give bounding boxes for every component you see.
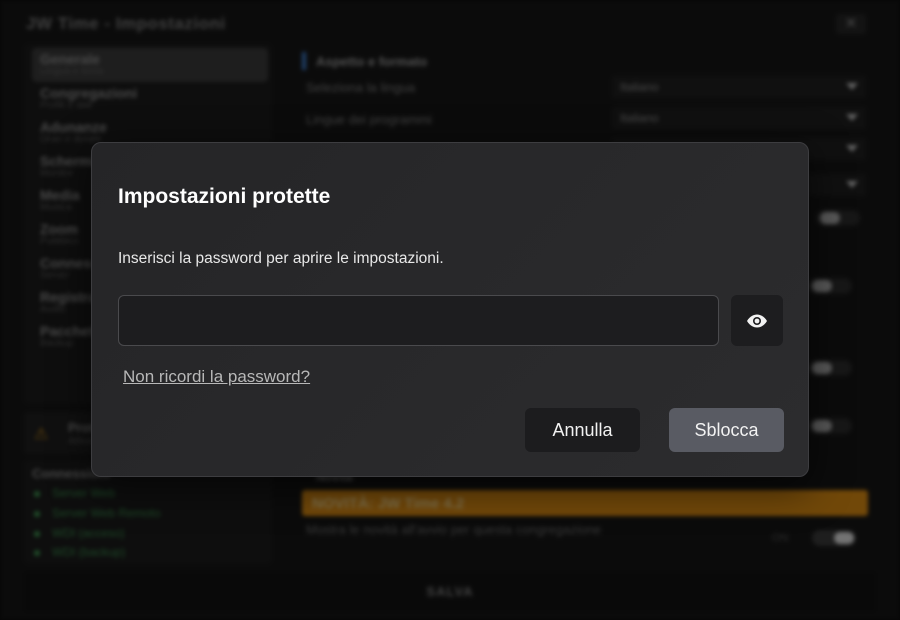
dialog-title: Impostazioni protette [118, 185, 331, 208]
unlock-button[interactable]: Sblocca [669, 408, 784, 452]
cancel-button[interactable]: Annulla [525, 408, 640, 452]
forgot-password-link[interactable]: Non ricordi la password? [123, 367, 310, 387]
show-password-button[interactable] [731, 295, 783, 346]
dialog-description: Inserisci la password per aprire le impo… [118, 250, 444, 267]
password-dialog: Impostazioni protette Inserisci la passw… [91, 142, 809, 477]
eye-icon [747, 314, 767, 327]
password-input[interactable] [118, 295, 719, 346]
